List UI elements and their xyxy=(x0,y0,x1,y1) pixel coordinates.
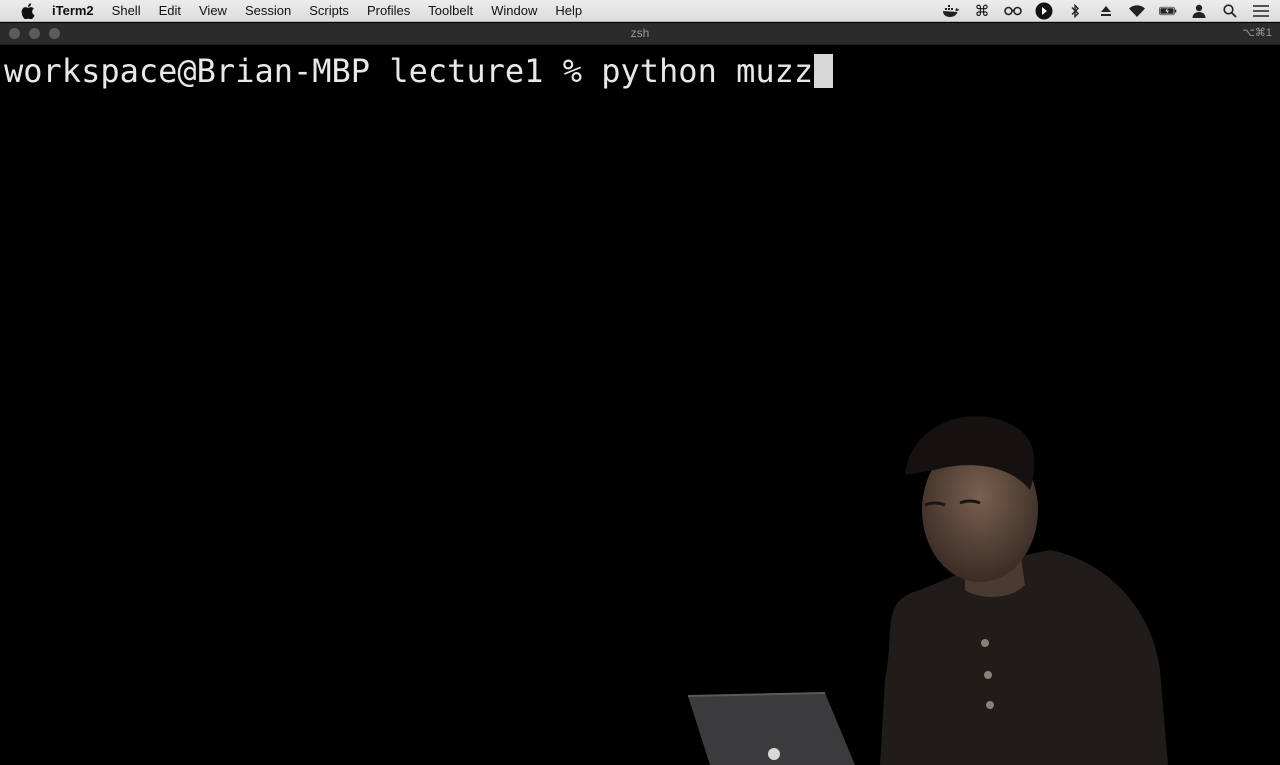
menu-shell[interactable]: Shell xyxy=(112,3,141,18)
menu-app-iterm2[interactable]: iTerm2 xyxy=(52,3,94,18)
typed-command: python muzz xyxy=(601,52,814,90)
bluetooth-icon[interactable] xyxy=(1066,2,1084,20)
menu-toolbelt[interactable]: Toolbelt xyxy=(428,3,473,18)
command-icon[interactable]: ⌘ xyxy=(973,2,991,20)
window-titlebar: zsh ⌥⌘1 xyxy=(0,23,1280,45)
menu-scripts[interactable]: Scripts xyxy=(309,3,349,18)
status-area: ⌘ xyxy=(942,0,1270,22)
wifi-icon[interactable] xyxy=(1128,2,1146,20)
macos-menu-bar: iTerm2 Shell Edit View Session Scripts P… xyxy=(0,0,1280,22)
window-shortcut: ⌥⌘1 xyxy=(1242,27,1272,39)
menu-profiles[interactable]: Profiles xyxy=(367,3,410,18)
menu-view[interactable]: View xyxy=(199,3,227,18)
menu-edit[interactable]: Edit xyxy=(159,3,181,18)
terminal-pane[interactable]: workspace@Brian-MBP lecture1 % python mu… xyxy=(0,45,1280,765)
menu-window[interactable]: Window xyxy=(491,3,537,18)
glasses-icon[interactable] xyxy=(1004,2,1022,20)
menu-help[interactable]: Help xyxy=(555,3,582,18)
play-circle-icon[interactable] xyxy=(1035,2,1053,20)
presenter-video-overlay xyxy=(687,416,1168,765)
text-cursor xyxy=(814,54,834,88)
list-icon[interactable] xyxy=(1252,2,1270,20)
window-title: zsh xyxy=(630,26,650,40)
prompt-line: workspace@Brian-MBP lecture1 % python mu… xyxy=(4,52,834,90)
docker-icon[interactable] xyxy=(942,2,960,20)
shell-prompt: workspace@Brian-MBP lecture1 % xyxy=(4,52,602,90)
apple-menu-icon[interactable] xyxy=(18,2,38,19)
search-icon[interactable] xyxy=(1221,2,1239,20)
battery-icon[interactable] xyxy=(1159,2,1177,20)
menu-session[interactable]: Session xyxy=(245,3,291,18)
user-icon[interactable] xyxy=(1190,2,1208,20)
eject-icon[interactable] xyxy=(1097,2,1115,20)
